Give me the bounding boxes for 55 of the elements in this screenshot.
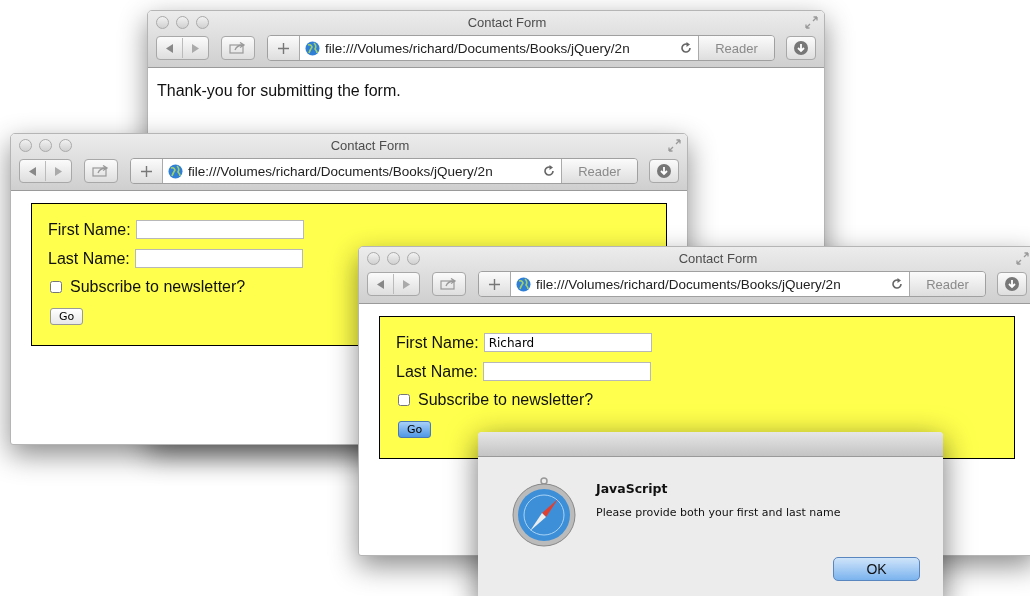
share-icon — [229, 42, 247, 54]
go-button[interactable]: Go — [50, 308, 84, 325]
close-button[interactable] — [19, 138, 32, 152]
minimize-button[interactable] — [176, 15, 189, 29]
ok-button[interactable]: OK — [833, 557, 920, 581]
forward-arrow-icon — [54, 166, 62, 176]
forward-arrow-icon — [402, 279, 410, 289]
name-field[interactable] — [482, 362, 651, 381]
window-title: Contact Form — [329, 137, 411, 153]
zoom-button[interactable] — [407, 251, 420, 265]
fullscreen-icon[interactable] — [668, 138, 681, 152]
field-label: Last Name: — [396, 362, 478, 381]
zoom-button[interactable] — [196, 15, 209, 29]
downloads-button[interactable] — [786, 36, 816, 60]
minimize-button[interactable] — [39, 138, 52, 152]
close-button[interactable] — [156, 15, 169, 29]
name-field[interactable]: Richard — [483, 333, 652, 352]
back-forward-buttons[interactable] — [367, 272, 420, 296]
back-forward-buttons[interactable] — [19, 159, 72, 183]
minimize-button[interactable] — [387, 251, 400, 265]
field-label: First Name: — [396, 333, 479, 352]
go-button[interactable]: Go — [398, 421, 432, 438]
close-button[interactable] — [367, 251, 380, 265]
back-arrow-icon — [29, 166, 37, 176]
download-icon — [1005, 277, 1019, 291]
share-icon — [92, 165, 110, 177]
field-label: Last Name: — [48, 249, 130, 268]
share-button[interactable] — [432, 272, 466, 296]
subscribe-checkbox[interactable] — [398, 394, 410, 406]
downloads-button[interactable] — [649, 159, 679, 183]
back-forward-buttons[interactable] — [156, 36, 209, 60]
back-arrow-icon — [377, 279, 385, 289]
name-field[interactable] — [134, 249, 303, 268]
share-button[interactable] — [84, 159, 118, 183]
forward-arrow-icon — [191, 43, 199, 53]
share-icon — [440, 278, 458, 290]
confirmation-message: Thank-you for submitting the form. — [157, 82, 402, 100]
share-button[interactable] — [221, 36, 255, 60]
checkbox-label: Subscribe to newsletter? — [70, 278, 246, 296]
field-label: First Name: — [48, 220, 131, 239]
subscribe-checkbox[interactable] — [50, 281, 62, 293]
back-arrow-icon — [166, 43, 174, 53]
name-field[interactable] — [135, 220, 304, 239]
downloads-button[interactable] — [997, 272, 1027, 296]
window-title: Contact Form — [677, 250, 759, 266]
fullscreen-icon[interactable] — [805, 15, 818, 29]
download-icon — [794, 41, 808, 55]
zoom-button[interactable] — [59, 138, 72, 152]
dialog-message: Please provide both your first and last name — [596, 506, 841, 519]
checkbox-label: Subscribe to newsletter? — [418, 391, 594, 409]
download-icon — [657, 164, 671, 178]
window-title: Contact Form — [466, 14, 548, 30]
dialog-title: JavaScript — [596, 481, 669, 496]
compass-icon — [510, 475, 578, 547]
fullscreen-icon[interactable] — [1016, 251, 1029, 265]
